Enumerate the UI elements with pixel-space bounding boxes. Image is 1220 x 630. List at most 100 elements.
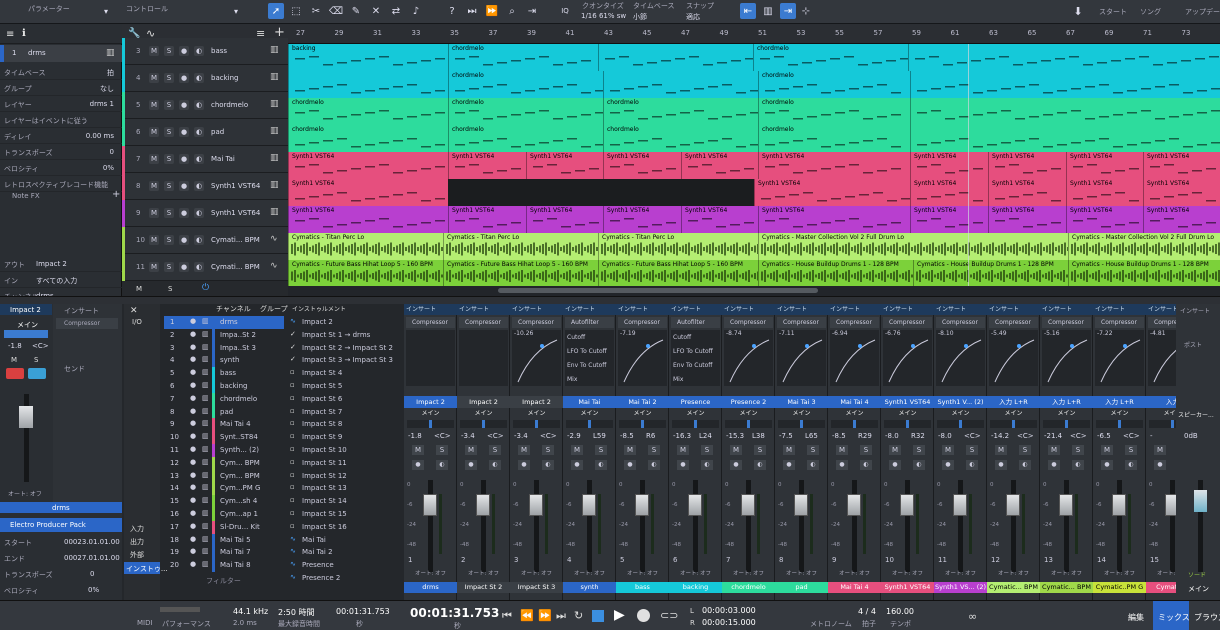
close-icon[interactable]: ✕ xyxy=(130,306,138,316)
record-arm-button[interactable]: ● xyxy=(624,460,636,470)
record-arm-button[interactable]: ● xyxy=(836,460,848,470)
channel-input-name[interactable]: Synth1 VST64 xyxy=(881,396,934,408)
monitor-button[interactable]: ◐ xyxy=(542,460,554,470)
ruler-bar-number[interactable]: 29 xyxy=(335,29,344,37)
instrument-button[interactable]: インストゥ... xyxy=(126,564,168,574)
inspector-row-value[interactable]: 0.00 ms xyxy=(86,132,114,140)
pan-knob[interactable] xyxy=(513,420,560,428)
ruler-bar-number[interactable]: 27 xyxy=(296,29,305,37)
channel-list-item[interactable]: 10 ● ▥ Synt..ST84 xyxy=(164,431,284,445)
channel-name-label[interactable]: Cymatic... BPM xyxy=(987,582,1040,593)
pan-knob[interactable] xyxy=(990,420,1037,428)
ruler-bar-number[interactable]: 41 xyxy=(566,29,575,37)
event-clip[interactable]: Synth1 VST64 xyxy=(603,152,681,179)
event-clip[interactable]: Synth1 VST64 xyxy=(758,152,910,179)
timeline-ruler[interactable]: 27 29 31 33 35 37 39 41 43 45 47 49 51 53 55 57 59 61 63 65… xyxy=(288,24,1220,44)
record-arm-button[interactable]: ● xyxy=(179,235,189,245)
transpose-value[interactable]: 0 xyxy=(90,570,94,578)
track-lane[interactable]: Cymatics - Titan Perc Lo Cymatics - Titan… xyxy=(288,233,1220,260)
monitor-button[interactable]: ◐ xyxy=(701,460,713,470)
mute-button[interactable]: M xyxy=(465,445,477,455)
event-clip[interactable]: Synth1 VST64 xyxy=(526,152,603,179)
solo-button[interactable]: S xyxy=(436,445,448,455)
ruler-bar-number[interactable]: 73 xyxy=(1182,29,1191,37)
ruler-bar-number[interactable]: 35 xyxy=(450,29,459,37)
velocity-value[interactable]: 0% xyxy=(88,586,99,594)
solo-button[interactable]: S xyxy=(164,235,174,245)
chevron-down-icon[interactable]: ▾ xyxy=(228,3,244,19)
solo-button[interactable]: S xyxy=(595,445,607,455)
record-arm-button[interactable]: ● xyxy=(179,127,189,137)
pan-value[interactable]: L24 xyxy=(699,432,712,440)
event-clip[interactable]: Synth1 VST64 xyxy=(288,152,448,179)
event-clip[interactable]: Synth1 VST64 xyxy=(1143,179,1220,206)
volume-value[interactable]: -8.0 xyxy=(938,432,952,440)
arrow-tool-icon[interactable]: ➚ xyxy=(268,3,284,19)
solo-button[interactable]: S xyxy=(164,154,174,164)
instrument-list-item[interactable]: ▫ Impact St 9 xyxy=(288,431,400,444)
record-arm-button[interactable]: ● xyxy=(571,460,583,470)
channel-list-item[interactable]: 20 ● ▥ Mai Tai 8 xyxy=(164,559,284,573)
monitor-button[interactable]: ◐ xyxy=(194,235,204,245)
mute-button[interactable]: M xyxy=(677,445,689,455)
channel-output-label[interactable]: メイン xyxy=(987,408,1040,418)
volume-value[interactable]: -6.5 xyxy=(1097,432,1111,440)
mute-button[interactable]: M xyxy=(1048,445,1060,455)
automation-mode[interactable]: オート: オフ xyxy=(671,569,720,577)
instrument-list-item[interactable]: ▫ Impact St 8 xyxy=(288,418,400,431)
io-button[interactable]: I/O xyxy=(132,318,142,326)
pan-knob[interactable] xyxy=(725,420,772,428)
record-icon[interactable] xyxy=(637,609,650,622)
instrument-list-item[interactable]: ∿ Presence xyxy=(288,559,400,572)
note-fx-label[interactable]: Note FX xyxy=(12,192,40,200)
channel-list-item[interactable]: 18 ● ▥ Mai Tai 5 xyxy=(164,533,284,547)
insert-header[interactable]: インサート xyxy=(775,304,828,315)
channel-list-item[interactable]: 8 ● ▥ pad xyxy=(164,405,284,419)
monitor-button[interactable]: ◐ xyxy=(1019,460,1031,470)
pan-value[interactable]: L65 xyxy=(805,432,818,440)
fast-forward-icon[interactable]: ⏩ xyxy=(538,609,552,622)
iq-icon[interactable]: IQ xyxy=(557,3,573,19)
event-clip[interactable]: Synth1 VST64 xyxy=(1066,206,1143,233)
start-value[interactable]: 00023.01.01.00 xyxy=(64,538,120,546)
event-clip[interactable]: Cymatics - House Buildup Drums 1 - 128 B… xyxy=(1068,260,1220,287)
track-header[interactable]: 9 M S ● ◐ Synth1 VST64 ▥ xyxy=(122,200,288,227)
secondary-position[interactable]: 00:01:31.753 xyxy=(336,607,390,616)
channel-list-item[interactable]: 17 ● ▥ Sl-Dru... Kit xyxy=(164,520,284,534)
monitor-button[interactable]: ◐ xyxy=(913,460,925,470)
ruler-bar-number[interactable]: 43 xyxy=(604,29,613,37)
insert-slot[interactable]: Compressor xyxy=(989,317,1038,328)
monitor-button[interactable]: ◐ xyxy=(194,154,204,164)
event-clip[interactable]: chordmelo xyxy=(288,98,448,125)
pan-value[interactable]: R32 xyxy=(911,432,925,440)
event-clip[interactable] xyxy=(910,98,1220,125)
channel-name-label[interactable]: Synth1 VST64 xyxy=(881,582,934,593)
inspector-routing-row[interactable]: アウト Impact 2 xyxy=(0,256,122,272)
record-arm-button[interactable]: ● xyxy=(995,460,1007,470)
horizontal-scrollbar[interactable] xyxy=(498,288,818,293)
event-clip[interactable]: Synth1 VST64 xyxy=(681,206,758,233)
follow-icon[interactable]: ⇥ xyxy=(524,3,540,19)
automation-mode[interactable]: オート: オフ xyxy=(618,569,667,577)
instrument-list-item[interactable]: ✓ Impact St 2 → Impact St 2 xyxy=(288,342,400,355)
mute-button[interactable]: M xyxy=(518,445,530,455)
skip-end-icon[interactable]: ⏭ xyxy=(556,609,566,623)
monitor-button[interactable]: ◐ xyxy=(194,73,204,83)
ruler-bar-number[interactable]: 57 xyxy=(874,29,883,37)
event-clip[interactable]: chordmelo xyxy=(758,125,910,152)
event-clip[interactable]: chordmelo xyxy=(753,44,909,71)
solo-button[interactable]: S xyxy=(807,445,819,455)
event-clip[interactable]: Cymatics - Future Bass Hihat Loop 5 - 16… xyxy=(443,260,598,287)
channel-name-label[interactable]: Impact St 3 xyxy=(510,582,563,593)
rewind-start-icon[interactable]: ⏮ xyxy=(502,609,512,623)
volume-value[interactable]: -3.4 xyxy=(461,432,475,440)
pan-knob[interactable] xyxy=(1043,420,1090,428)
track-header[interactable]: 3 M S ● ◐ bass ▥ xyxy=(122,38,288,65)
instrument-list-item[interactable]: ∿ Impact 2 xyxy=(288,316,400,329)
insert-slot[interactable]: Autofilter xyxy=(565,317,614,328)
event-clip[interactable]: Synth1 VST64 xyxy=(758,206,910,233)
event-clip[interactable]: Cymatics - Future Bass Hihat Loop 5 - 16… xyxy=(598,260,759,287)
automation-mode[interactable]: オート: オフ xyxy=(830,569,879,577)
event-clip[interactable] xyxy=(598,44,754,71)
mute-button[interactable]: M xyxy=(942,445,954,455)
